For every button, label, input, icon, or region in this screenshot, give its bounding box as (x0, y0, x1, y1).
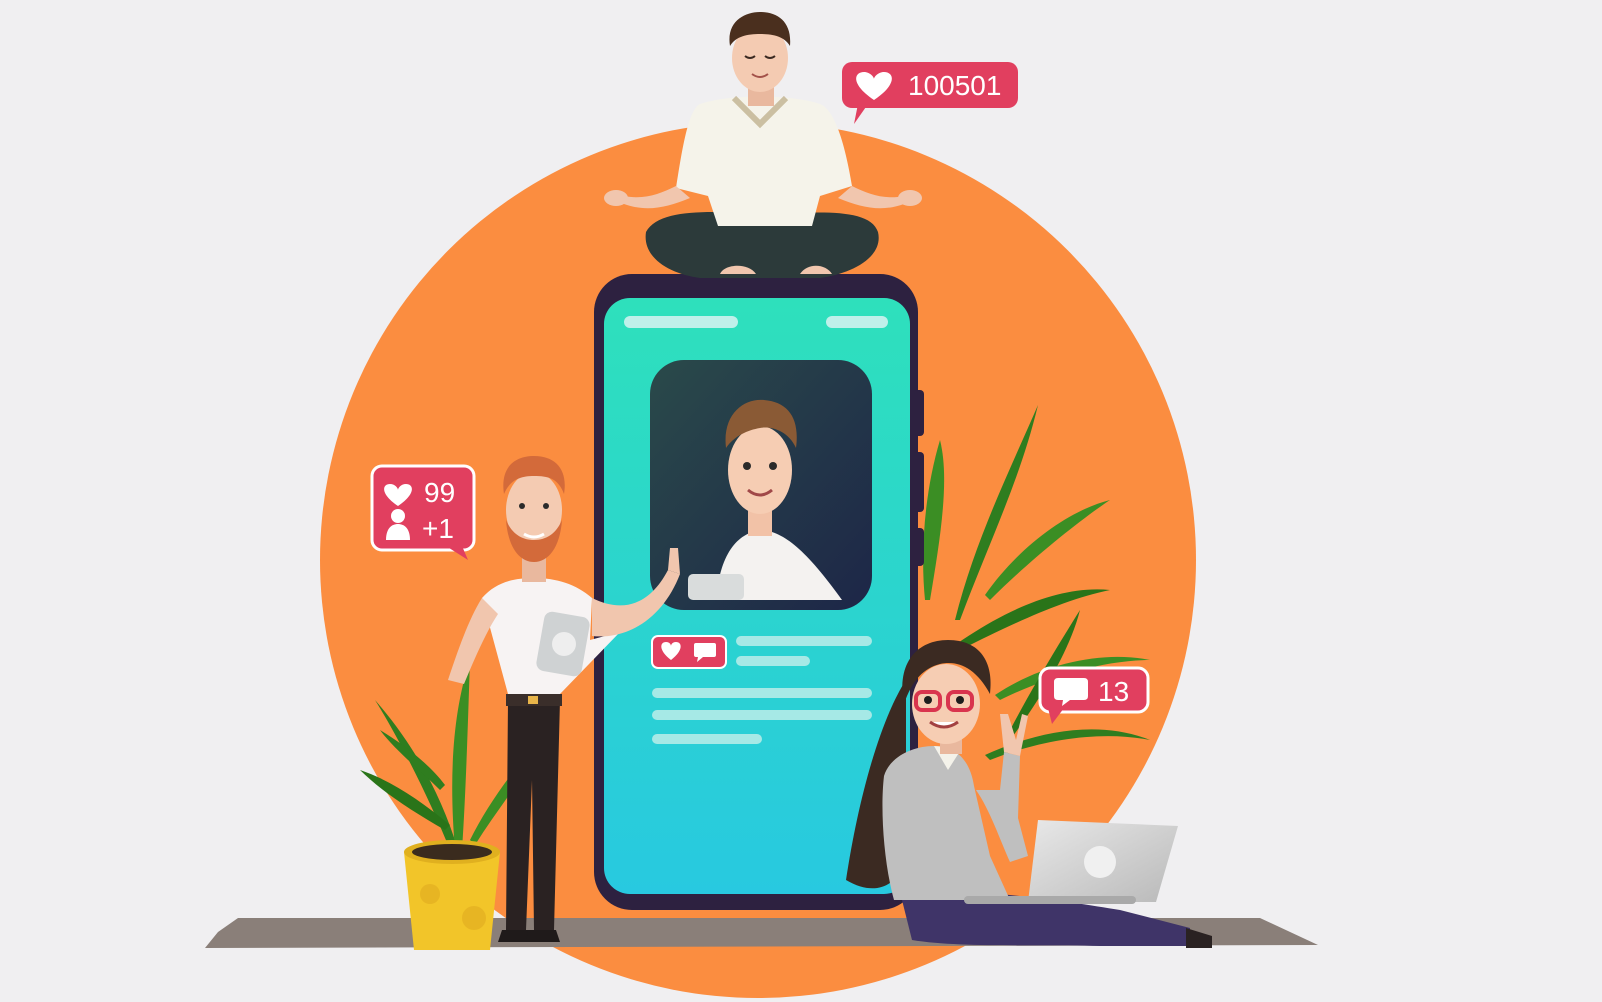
status-bar-left (624, 316, 738, 328)
post-action-badge (651, 635, 727, 669)
followers-count-left: +1 (422, 513, 454, 544)
post-text-line (652, 734, 762, 744)
likes-count-left: 99 (424, 477, 455, 508)
likes-followers-notification-left: 99 +1 (370, 464, 476, 560)
post-text-line (652, 710, 872, 720)
post-text-line (736, 636, 872, 646)
post-text-line (652, 688, 872, 698)
social-media-illustration: 100501 99 +1 13 (205, 12, 1318, 998)
comments-count-right: 13 (1098, 676, 1129, 707)
post-photo (650, 360, 872, 610)
post-text-line (736, 656, 810, 666)
likes-count-top: 100501 (908, 70, 1001, 101)
status-bar-right (826, 316, 888, 328)
likes-notification-top: 100501 (842, 62, 1018, 124)
